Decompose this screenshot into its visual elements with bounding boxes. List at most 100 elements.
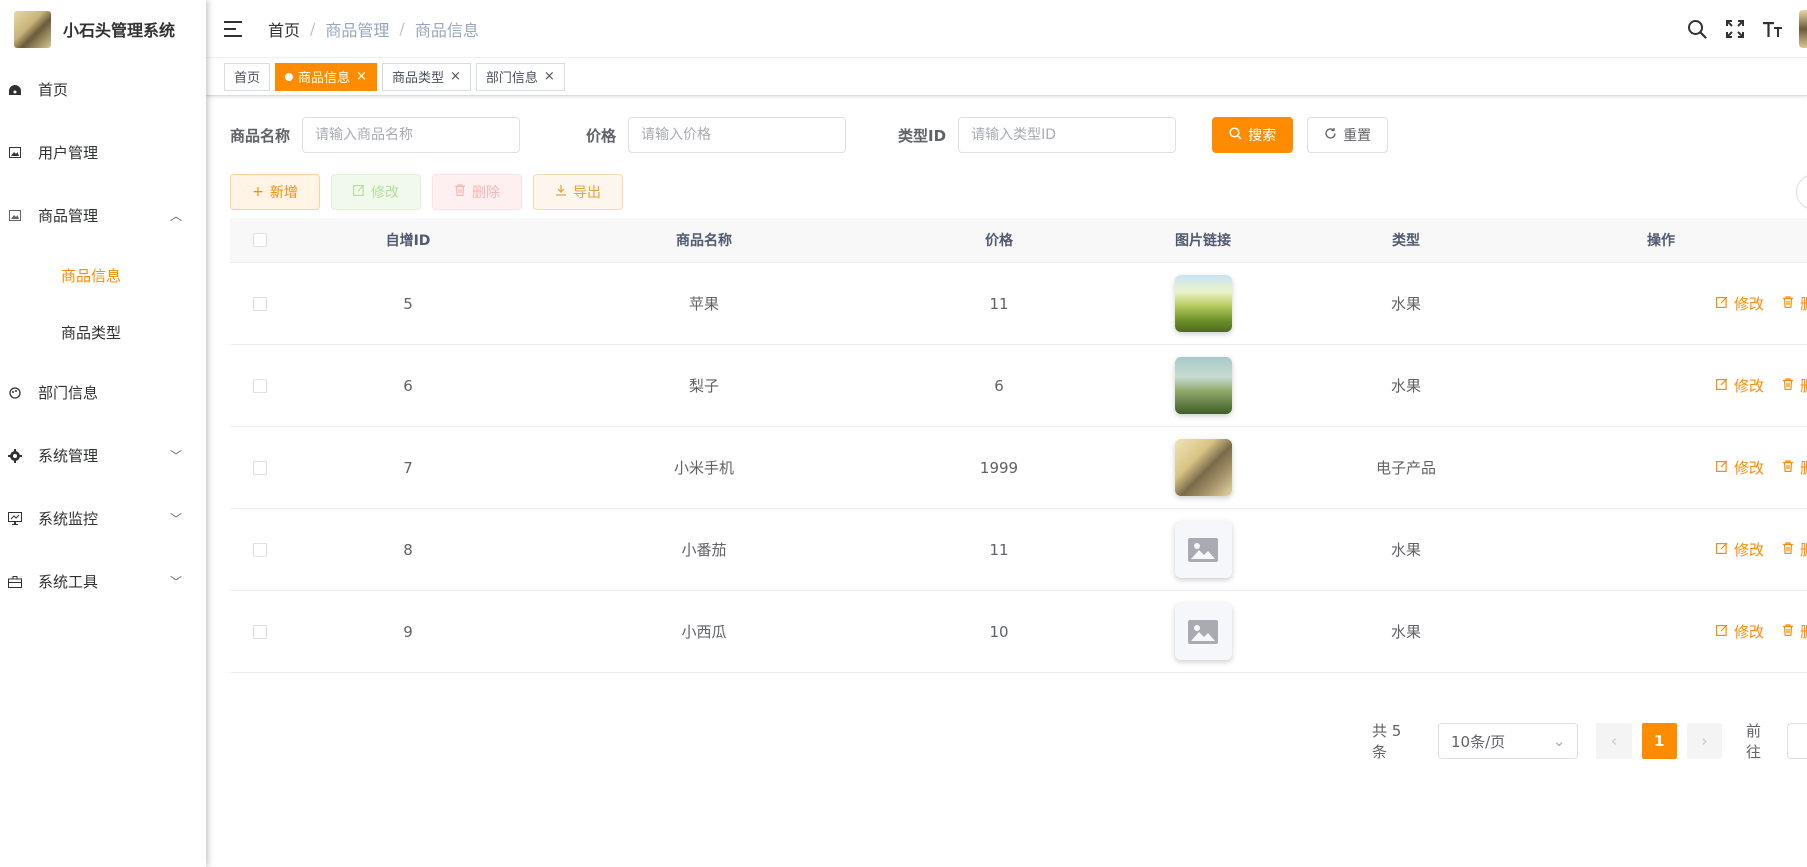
- cell-type: 水果: [1390, 541, 1421, 559]
- image-placeholder[interactable]: [1174, 521, 1232, 578]
- row-edit-link[interactable]: 修改: [1715, 539, 1764, 560]
- tag-label: 首页: [234, 71, 261, 86]
- trash-icon: [454, 184, 466, 200]
- toggle-search-button[interactable]: [1796, 174, 1807, 210]
- cell-id: 9: [403, 622, 413, 641]
- jump-page-input[interactable]: [1787, 723, 1807, 759]
- breadcrumb-item[interactable]: 首页: [268, 17, 300, 41]
- cell-id: 7: [403, 458, 413, 477]
- product-thumbnail[interactable]: [1174, 357, 1232, 414]
- sidebar-item-dept[interactable]: 部门信息: [0, 361, 206, 424]
- next-page-button[interactable]: ›: [1686, 723, 1723, 759]
- table-toolbar: + 新增 修改 删除 导出: [230, 174, 634, 210]
- search-button-label: 搜索: [1248, 128, 1277, 144]
- select-all-checkbox[interactable]: [253, 233, 267, 247]
- edit-button[interactable]: 修改: [331, 174, 421, 210]
- cell-price: 10: [989, 622, 1009, 641]
- sidebar-item-home[interactable]: 首页: [0, 58, 206, 121]
- row-delete-label: 删除: [1800, 539, 1807, 560]
- avatar[interactable]: [1799, 10, 1807, 48]
- close-icon[interactable]: ×: [544, 69, 555, 84]
- trash-icon: [1782, 623, 1794, 640]
- cell-type: 水果: [1390, 295, 1421, 313]
- cell-actions: 修改 删除: [1522, 539, 1807, 560]
- tag-goods-info[interactable]: 商品信息 ×: [275, 62, 377, 91]
- cell-id: 8: [403, 540, 413, 559]
- search-button[interactable]: 搜索: [1212, 117, 1294, 153]
- price-input[interactable]: [628, 117, 847, 153]
- chevron-up-icon: ︿: [169, 209, 182, 223]
- row-delete-link[interactable]: 删除: [1782, 539, 1807, 560]
- hamburger-icon[interactable]: [224, 19, 248, 39]
- page-size-select[interactable]: 10条/页 ⌄: [1438, 723, 1579, 759]
- cell-name: 小西瓜: [681, 623, 727, 641]
- sidebar-item-monitor[interactable]: 系统监控 ﹀: [0, 487, 206, 550]
- row-checkbox-cell: [230, 296, 290, 311]
- pagination: 共 5 条 10条/页 ⌄ ‹ 1 › 前往: [1372, 720, 1807, 762]
- fullscreen-icon[interactable]: [1723, 17, 1747, 41]
- table-header: 自增ID 商品名称 价格 图片链接 类型 操作: [230, 218, 1807, 263]
- row-checkbox[interactable]: [253, 378, 267, 393]
- header-cell: 图片链接: [1175, 233, 1231, 249]
- header-cell: 商品名称: [676, 233, 732, 249]
- row-edit-link[interactable]: 修改: [1715, 293, 1764, 314]
- cell-price: 1999: [979, 458, 1019, 477]
- row-delete-link[interactable]: 删除: [1782, 375, 1807, 396]
- cell-id: 5: [403, 294, 413, 313]
- trash-icon: [1782, 295, 1794, 312]
- row-checkbox[interactable]: [253, 542, 267, 557]
- reset-button-label: 重置: [1343, 128, 1372, 144]
- search-icon[interactable]: [1685, 17, 1709, 41]
- cell-name: 苹果: [688, 295, 719, 313]
- sidebar-item-goods-type[interactable]: 商品类型: [0, 304, 206, 361]
- sidebar-item-users[interactable]: 用户管理: [0, 121, 206, 184]
- tag-dept-info[interactable]: 部门信息 ×: [475, 62, 565, 91]
- sidebar-item-goods[interactable]: 商品管理 ︿: [0, 184, 206, 247]
- sidebar-item-system[interactable]: 系统管理 ﹀: [0, 424, 206, 487]
- sidebar-item-label: 系统工具: [38, 573, 99, 591]
- row-delete-link[interactable]: 删除: [1782, 457, 1807, 478]
- cell-type: 电子产品: [1375, 459, 1436, 477]
- cell-price: 11: [989, 540, 1009, 559]
- cell-image: [1116, 603, 1290, 660]
- prev-page-button[interactable]: ‹: [1596, 723, 1632, 759]
- row-checkbox[interactable]: [253, 624, 267, 639]
- cell-image: [1116, 357, 1290, 414]
- export-button[interactable]: 导出: [533, 174, 623, 210]
- reset-button[interactable]: 重置: [1307, 117, 1389, 153]
- image-placeholder[interactable]: [1174, 603, 1232, 660]
- row-delete-link[interactable]: 删除: [1782, 293, 1807, 314]
- row-checkbox[interactable]: [253, 460, 267, 475]
- monitor-icon: [6, 511, 24, 527]
- sidebar-item-goods-info[interactable]: 商品信息: [0, 247, 206, 304]
- goods-name-input[interactable]: [302, 117, 521, 153]
- cell-type: 水果: [1390, 623, 1421, 641]
- page-number-button[interactable]: 1: [1641, 723, 1677, 759]
- tag-home[interactable]: 首页: [224, 62, 271, 91]
- chevron-down-icon: ﹀: [169, 449, 182, 463]
- edit-icon: [353, 184, 365, 200]
- delete-button[interactable]: 删除: [432, 174, 522, 210]
- breadcrumb: 首页 / 商品管理 / 商品信息: [268, 17, 479, 41]
- row-edit-link[interactable]: 修改: [1715, 375, 1764, 396]
- font-size-icon[interactable]: [1761, 17, 1785, 41]
- product-thumbnail[interactable]: [1174, 275, 1232, 332]
- close-icon[interactable]: ×: [450, 69, 461, 84]
- row-checkbox[interactable]: [253, 296, 267, 311]
- add-button[interactable]: + 新增: [230, 174, 320, 210]
- type-id-input[interactable]: [958, 117, 1177, 153]
- row-delete-link[interactable]: 删除: [1782, 621, 1807, 642]
- breadcrumb-separator: /: [399, 19, 405, 38]
- close-icon[interactable]: ×: [356, 69, 367, 84]
- edit-icon: [1715, 542, 1728, 558]
- sidebar-item-label: 首页: [38, 81, 69, 99]
- sidebar-item-label: 商品类型: [61, 324, 122, 342]
- sidebar-item-tools[interactable]: 系统工具 ﹀: [0, 550, 206, 613]
- row-edit-link[interactable]: 修改: [1715, 457, 1764, 478]
- row-edit-link[interactable]: 修改: [1715, 621, 1764, 642]
- logo[interactable]: 小石头管理系统: [0, 0, 206, 58]
- tag-goods-type[interactable]: 商品类型 ×: [381, 62, 471, 91]
- product-thumbnail[interactable]: [1174, 439, 1232, 496]
- image-placeholder-icon: [1188, 619, 1218, 644]
- chevron-down-icon: ﹀: [169, 575, 182, 589]
